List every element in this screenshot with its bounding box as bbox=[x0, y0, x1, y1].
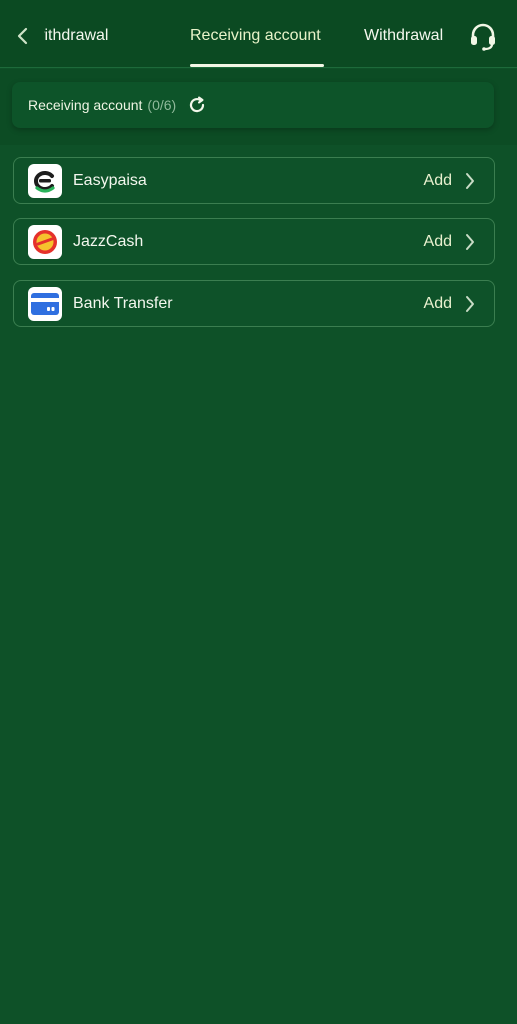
add-easypaisa-button[interactable]: Add bbox=[424, 172, 452, 190]
method-name: Bank Transfer bbox=[73, 294, 173, 312]
top-navigation-bar: t withdrawal Receiving account Withdrawa… bbox=[0, 0, 517, 68]
tab-strip: t withdrawal Receiving account Withdrawa… bbox=[44, 0, 454, 68]
method-name: Easypaisa bbox=[73, 171, 147, 189]
payment-method-bank-transfer[interactable]: Bank Transfer Add bbox=[13, 280, 495, 327]
add-jazzcash-button[interactable]: Add bbox=[424, 233, 452, 251]
tab-withdrawal-record[interactable]: t withdrawal bbox=[44, 0, 108, 68]
refresh-button[interactable] bbox=[186, 94, 208, 116]
payment-method-jazzcash[interactable]: JazzCash Add bbox=[13, 218, 495, 265]
jazzcash-logo-icon bbox=[28, 224, 62, 259]
payment-method-easypaisa[interactable]: Easypaisa Add bbox=[13, 157, 495, 204]
account-count: (0/6) bbox=[147, 97, 177, 113]
add-bank-transfer-button[interactable]: Add bbox=[424, 295, 452, 313]
easypaisa-logo-icon bbox=[28, 163, 62, 198]
summary-label: Receiving account bbox=[28, 97, 143, 113]
back-button[interactable] bbox=[8, 20, 38, 52]
active-tab-indicator bbox=[190, 64, 324, 67]
chevron-right-icon bbox=[460, 169, 480, 193]
tab-receiving-account[interactable]: Receiving account bbox=[190, 0, 321, 68]
refresh-icon bbox=[190, 96, 205, 113]
headset-icon bbox=[471, 23, 495, 51]
chevron-right-icon bbox=[460, 230, 480, 254]
chevron-left-icon bbox=[17, 27, 28, 45]
method-name: JazzCash bbox=[73, 232, 144, 250]
receiving-account-summary: Receiving account (0/6) bbox=[12, 82, 494, 128]
chevron-right-icon bbox=[460, 292, 480, 316]
bank-card-icon bbox=[28, 286, 62, 321]
tab-withdrawal[interactable]: Withdrawal bbox=[364, 0, 443, 68]
customer-support-button[interactable] bbox=[467, 20, 499, 54]
